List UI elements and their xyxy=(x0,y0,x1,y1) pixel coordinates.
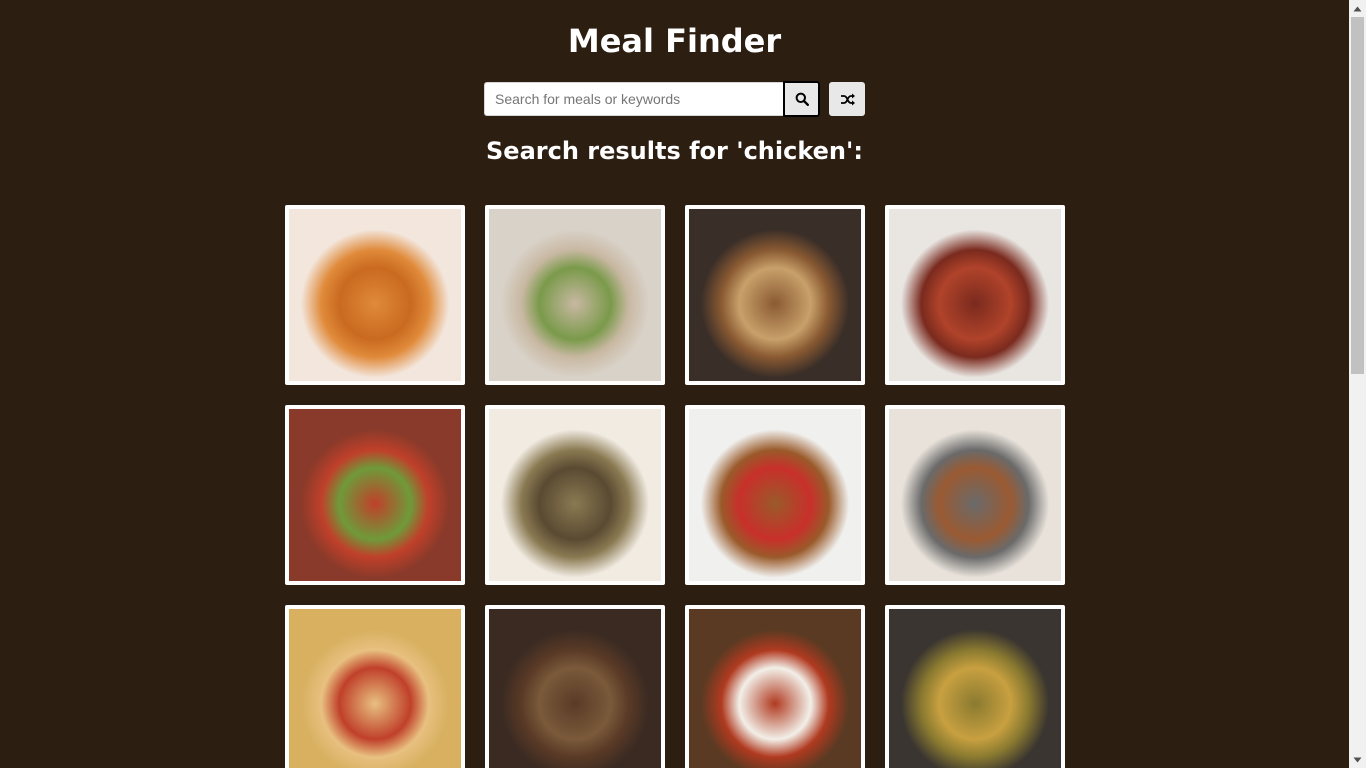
search-input[interactable] xyxy=(484,82,783,116)
vertical-scrollbar[interactable] xyxy=(1349,0,1366,768)
scroll-up-arrow-icon[interactable] xyxy=(1349,0,1366,17)
page-title: Meal Finder xyxy=(567,22,782,60)
search-button[interactable] xyxy=(783,81,820,117)
meal-image xyxy=(889,409,1061,581)
meal-image xyxy=(689,209,861,381)
search-icon xyxy=(795,92,809,106)
meal-image xyxy=(489,409,661,581)
random-meal-button[interactable] xyxy=(829,82,865,116)
search-form xyxy=(484,81,865,117)
meal-card[interactable] xyxy=(285,605,465,768)
meals-grid xyxy=(285,205,1065,768)
results-heading: Search results for 'chicken': xyxy=(486,137,863,165)
meal-image xyxy=(289,209,461,381)
shuffle-icon xyxy=(840,93,855,105)
meal-card[interactable] xyxy=(685,605,865,768)
meal-image xyxy=(689,609,861,768)
meal-card[interactable] xyxy=(485,205,665,385)
meal-card[interactable] xyxy=(685,405,865,585)
meal-card[interactable] xyxy=(885,605,1065,768)
meal-card[interactable] xyxy=(285,405,465,585)
meal-card[interactable] xyxy=(485,605,665,768)
app-root: Meal Finder Search results for 'chicken'… xyxy=(0,0,1349,768)
meal-card[interactable] xyxy=(885,205,1065,385)
meal-card[interactable] xyxy=(485,405,665,585)
scrollbar-thumb[interactable] xyxy=(1351,17,1364,374)
meal-card[interactable] xyxy=(885,405,1065,585)
meal-card[interactable] xyxy=(285,205,465,385)
meal-image xyxy=(889,609,1061,768)
meal-image xyxy=(489,209,661,381)
meal-image xyxy=(889,209,1061,381)
meal-image xyxy=(289,609,461,768)
meal-image xyxy=(489,609,661,768)
meal-image xyxy=(289,409,461,581)
meal-card[interactable] xyxy=(685,205,865,385)
meal-image xyxy=(689,409,861,581)
scroll-down-arrow-icon[interactable] xyxy=(1349,751,1366,768)
